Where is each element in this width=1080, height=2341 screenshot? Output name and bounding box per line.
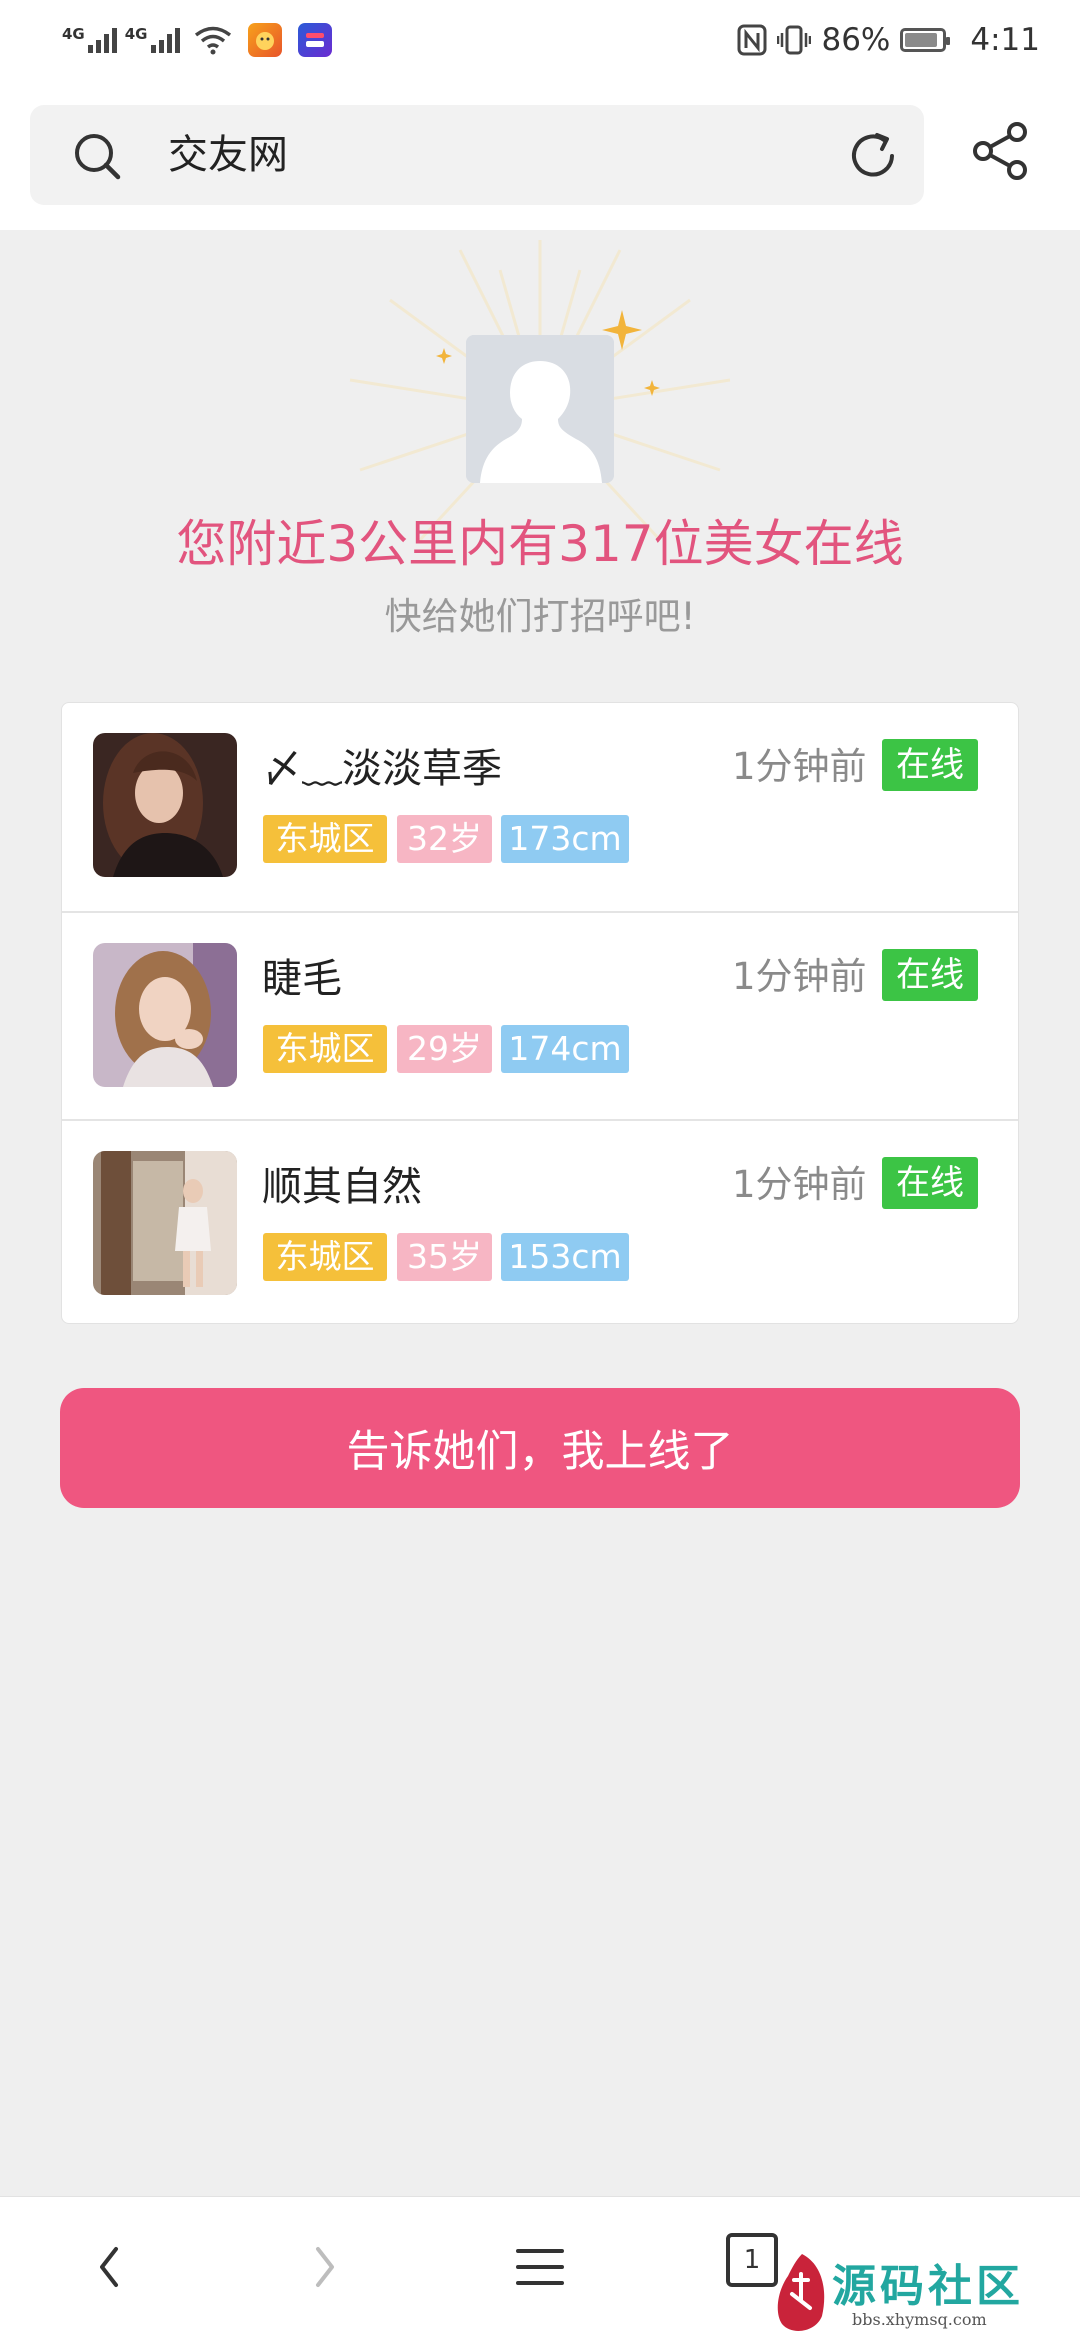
notification-app-icon — [247, 23, 282, 57]
last-active-time: 1分钟前 — [732, 955, 867, 998]
status-bar-left: 4G 4G — [62, 23, 332, 57]
nearby-headline: 您附近3公里内有317位美女在线 — [176, 515, 904, 573]
user-name: 〆﹏淡淡草季 — [262, 746, 502, 792]
user-list: 〆﹏淡淡草季 1分钟前 在线 东城区 32岁 173cm 睫毛 1分钟前 在线 … — [61, 702, 1019, 1324]
user-avatar[interactable] — [93, 943, 237, 1087]
status-bar: 4G 4G 86% 4:11 — [0, 0, 1080, 80]
watermark: 源码社区 bbs.xhymsq.com — [768, 2248, 1080, 2340]
height-tag: 174cm — [501, 1025, 629, 1073]
user-avatar[interactable] — [93, 733, 237, 877]
reload-icon[interactable] — [846, 129, 900, 183]
address-bar[interactable]: 交友网 — [30, 105, 924, 205]
online-badge: 在线 — [882, 949, 978, 1001]
height-tag: 173cm — [501, 815, 629, 863]
user-name: 顺其自然 — [262, 1164, 422, 1210]
age-tag: 29岁 — [397, 1025, 492, 1073]
menu-icon[interactable] — [510, 2237, 570, 2297]
user-row[interactable]: 〆﹏淡淡草季 1分钟前 在线 东城区 32岁 173cm — [62, 703, 1018, 909]
notification-app-icon-2 — [297, 23, 332, 57]
district-tag: 东城区 — [263, 1025, 387, 1073]
height-tag: 153cm — [501, 1233, 629, 1281]
tab-count: 1 — [743, 2245, 761, 2275]
top-bar: 交友网 — [0, 80, 1080, 230]
network-type-1: 4G — [62, 25, 85, 43]
vibrate-icon — [777, 25, 812, 55]
user-row[interactable]: 顺其自然 1分钟前 在线 东城区 35岁 153cm — [62, 1119, 1018, 1327]
clock: 4:11 — [970, 22, 1040, 58]
forward-arrow-icon[interactable] — [294, 2237, 354, 2297]
nearby-subline: 快给她们打招呼吧! — [384, 595, 696, 638]
battery-percent: 86% — [821, 22, 891, 58]
page-title[interactable]: 交友网 — [168, 127, 288, 183]
online-badge: 在线 — [882, 1157, 978, 1209]
district-tag: 东城区 — [263, 815, 387, 863]
watermark-title: 源码社区 — [832, 2261, 1024, 2312]
signal-1: 4G — [62, 27, 117, 53]
share-icon[interactable] — [970, 120, 1030, 180]
age-tag: 32岁 — [397, 815, 492, 863]
signal-2: 4G — [125, 27, 180, 53]
default-avatar-icon — [466, 335, 614, 483]
back-arrow-icon[interactable] — [80, 2237, 140, 2297]
watermark-url: bbs.xhymsq.com — [852, 2310, 987, 2329]
search-icon[interactable] — [72, 131, 122, 181]
network-type-2: 4G — [124, 25, 148, 43]
announce-online-button[interactable]: 告诉她们，我上线了 — [60, 1388, 1020, 1508]
last-active-time: 1分钟前 — [732, 745, 867, 788]
signal-bars-icon — [87, 27, 117, 53]
user-name: 睫毛 — [262, 956, 342, 1002]
nfc-icon — [737, 24, 767, 56]
wifi-icon — [194, 26, 231, 55]
online-badge: 在线 — [882, 739, 978, 791]
age-tag: 35岁 — [397, 1233, 492, 1281]
last-active-time: 1分钟前 — [732, 1163, 867, 1206]
signal-bars-icon — [150, 27, 180, 53]
district-tag: 东城区 — [263, 1233, 387, 1281]
user-row[interactable]: 睫毛 1分钟前 在线 东城区 29岁 174cm — [62, 911, 1018, 1119]
battery-icon — [900, 28, 951, 52]
hero-section: 您附近3公里内有317位美女在线 快给她们打招呼吧! — [0, 230, 1080, 690]
user-avatar[interactable] — [93, 1151, 237, 1295]
watermark-logo-icon — [777, 2254, 825, 2331]
status-bar-right: 86% 4:11 — [737, 22, 1040, 58]
